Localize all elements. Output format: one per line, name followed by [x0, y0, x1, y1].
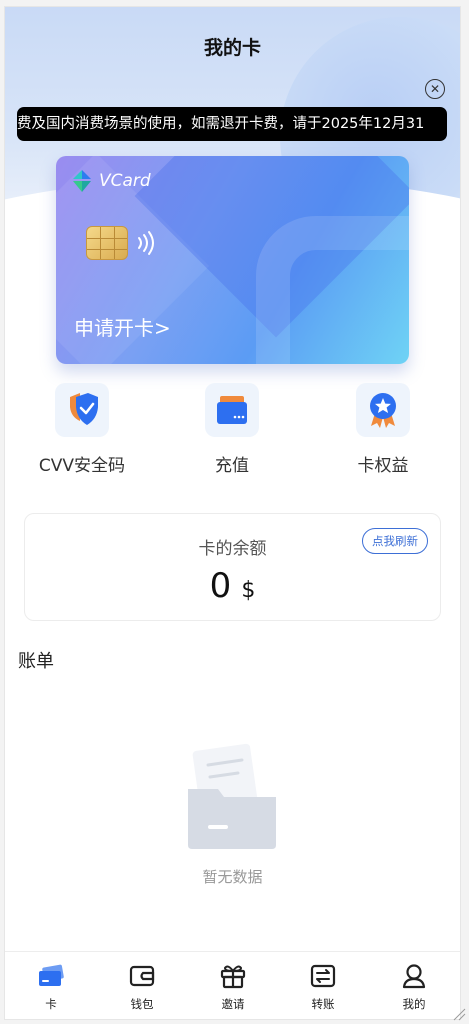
action-label: CVV安全码 — [38, 456, 126, 476]
empty-state-text: 暂无数据 — [202, 868, 263, 886]
page-title: 我的卡 — [203, 37, 261, 59]
card-logo: VCard — [69, 168, 151, 194]
tab-transfer[interactable]: 转账 — [293, 962, 353, 1012]
tab-wallet[interactable]: 钱包 — [112, 962, 172, 1012]
tab-label: 钱包 — [130, 997, 154, 1011]
action-cvv[interactable]: CVV安全码 — [22, 383, 142, 476]
balance-currency: $ — [241, 578, 256, 603]
card-chip-icon — [86, 226, 128, 260]
action-topup[interactable]: 充值 — [172, 383, 292, 476]
vcard-logo-icon — [73, 170, 91, 192]
gift-icon — [220, 965, 246, 989]
virtual-card[interactable]: VCard 申请开卡> — [56, 156, 409, 364]
tab-label: 邀请 — [221, 997, 245, 1011]
card-brand: VCard — [99, 171, 151, 191]
apply-card-link[interactable]: 申请开卡> — [74, 312, 171, 341]
card-icon — [39, 964, 64, 986]
shield-check-icon — [70, 393, 98, 425]
balance-value: 0 $ — [25, 566, 440, 606]
bill-section-title: 账单 — [18, 651, 54, 672]
empty-folder-icon — [188, 743, 276, 849]
bottom-tab-bar: 卡 钱包 邀请 转账 我的 — [5, 951, 460, 1019]
wallet-icon — [129, 965, 155, 987]
tab-profile[interactable]: 我的 — [384, 962, 444, 1012]
app-screen: 我的卡 ✕ 费及国内消费场景的使用，如需退开卡费，请于2025年12月31 VC… — [5, 7, 460, 1019]
card-topup-icon — [217, 396, 247, 424]
close-icon: ✕ — [429, 82, 441, 96]
notice-text: 费及国内消费场景的使用，如需退开卡费，请于2025年12月31 — [17, 116, 425, 132]
user-icon — [402, 964, 426, 989]
transfer-icon — [310, 964, 336, 988]
action-label: 充值 — [215, 456, 249, 476]
tab-label: 转账 — [311, 997, 335, 1011]
action-label: 卡权益 — [357, 456, 409, 476]
tab-card[interactable]: 卡 — [21, 962, 81, 1012]
refresh-balance-button[interactable]: 点我刷新 — [362, 528, 428, 554]
resize-handle-icon[interactable] — [452, 1007, 466, 1021]
balance-panel: 卡的余额 0 $ 点我刷新 — [24, 513, 441, 621]
action-benefits[interactable]: 卡权益 — [323, 383, 443, 476]
close-notice-button[interactable]: ✕ — [425, 79, 445, 99]
tab-invite[interactable]: 邀请 — [203, 962, 263, 1012]
tab-label: 卡 — [45, 997, 57, 1011]
tab-label: 我的 — [402, 997, 426, 1011]
balance-amount: 0 — [209, 566, 232, 606]
contactless-icon — [138, 231, 154, 255]
notice-marquee: 费及国内消费场景的使用，如需退开卡费，请于2025年12月31 — [17, 107, 447, 141]
quick-actions: CVV安全码 充值 卡权益 — [5, 383, 460, 483]
award-badge-icon — [370, 393, 396, 428]
